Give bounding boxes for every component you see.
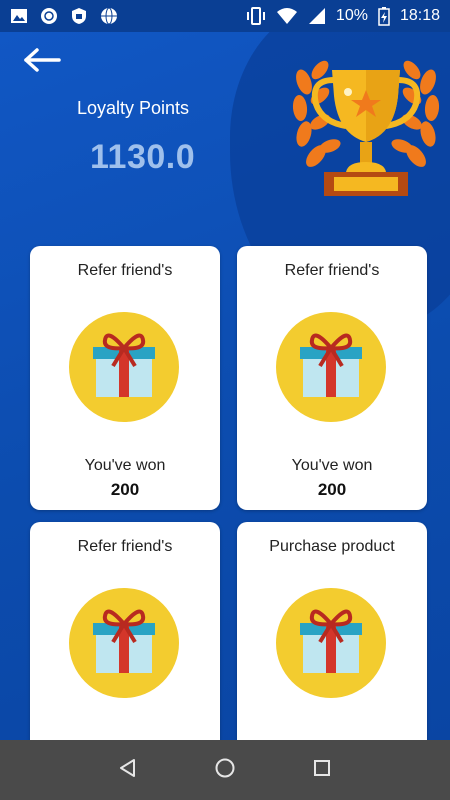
vibrate-icon <box>246 7 266 25</box>
main-content: Loyalty Points 1130.0 Refer friend's You… <box>0 32 450 740</box>
card-title: Purchase product <box>269 538 395 555</box>
trophy-icon <box>290 60 442 200</box>
card-title: Refer friend's <box>77 538 173 555</box>
system-nav-bar <box>0 740 450 800</box>
home-circle-icon <box>214 757 236 784</box>
shield-icon <box>70 7 88 25</box>
back-triangle-icon <box>118 758 138 783</box>
sync-icon <box>40 7 58 25</box>
card-title: Refer friend's <box>77 262 173 279</box>
back-button[interactable] <box>20 46 64 78</box>
wifi-icon <box>276 7 298 25</box>
reward-card-3[interactable]: Refer friend's <box>30 522 220 740</box>
reward-card-1[interactable]: Refer friend's You've won 200 <box>30 246 220 510</box>
nav-recents-button[interactable] <box>302 750 342 790</box>
reward-card-4[interactable]: Purchase product <box>237 522 427 740</box>
battery-percent: 10% <box>335 7 368 24</box>
gift-icon <box>69 312 179 422</box>
nav-home-button[interactable] <box>205 750 245 790</box>
signal-icon <box>308 7 326 25</box>
loyalty-points-label: Loyalty Points <box>77 98 190 118</box>
globe-icon <box>100 7 118 25</box>
reward-card-2[interactable]: Refer friend's You've won 200 <box>237 246 427 510</box>
won-label: You've won <box>291 457 373 474</box>
won-points: 200 <box>317 480 347 499</box>
status-bar: 10% 18:18 <box>0 0 450 32</box>
image-icon <box>10 8 28 24</box>
arrow-left-icon <box>23 47 61 77</box>
clock: 18:18 <box>399 7 440 24</box>
gift-icon <box>69 588 179 698</box>
battery-charging-icon <box>378 6 390 26</box>
loyalty-points-value: 1130.0 <box>90 138 196 176</box>
card-title: Refer friend's <box>284 262 380 279</box>
won-label: You've won <box>84 457 166 474</box>
recents-square-icon <box>312 758 332 783</box>
gift-icon <box>276 312 386 422</box>
nav-back-button[interactable] <box>108 750 148 790</box>
gift-icon <box>276 588 386 698</box>
won-points: 200 <box>110 480 140 499</box>
